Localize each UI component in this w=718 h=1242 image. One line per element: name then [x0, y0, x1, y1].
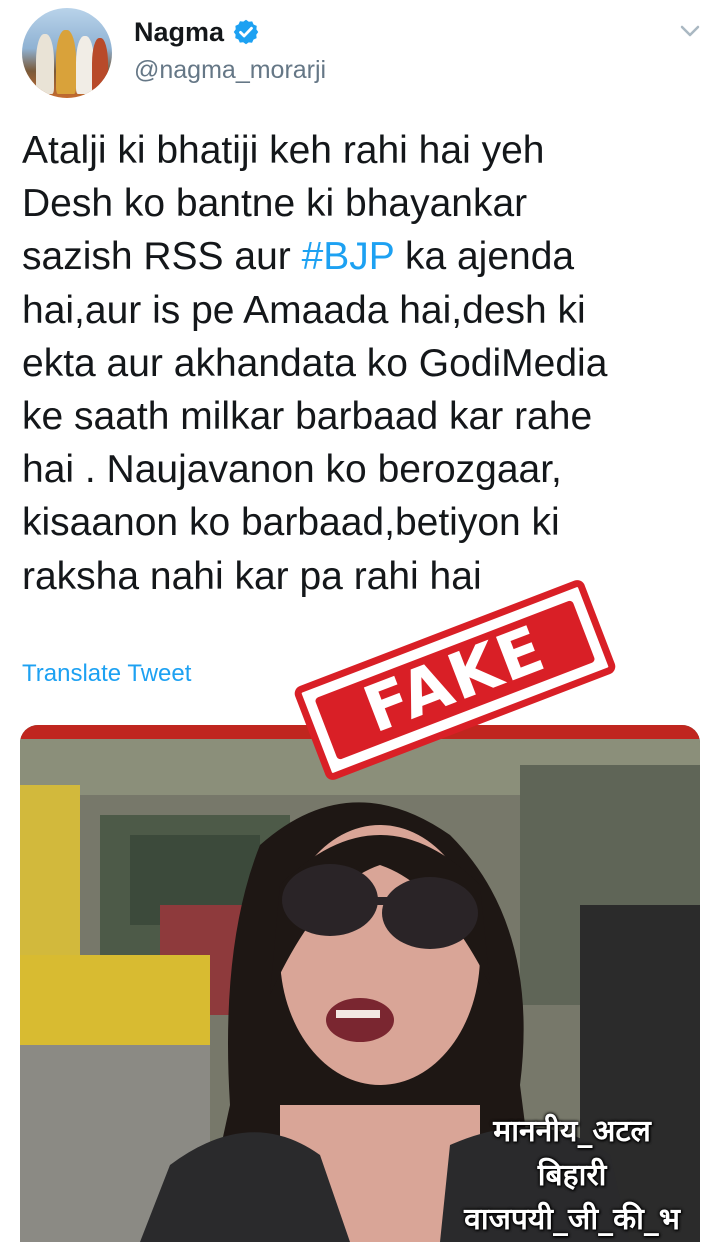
tweet-line: hai . Naujavanon ko berozgaar, [22, 448, 562, 492]
author-name[interactable]: Nagma [134, 17, 224, 48]
chevron-down-icon[interactable] [676, 20, 704, 42]
tweet-line: Desh ko bantne ki bhayankar [22, 182, 528, 226]
tweet-line: hai,aur is pe Amaada hai,desh ki [22, 288, 586, 332]
tweet-line: ke saath milkar barbaad kar rahe [22, 395, 593, 439]
caption-line: वाजपयी_जी_की_भ [464, 1202, 680, 1237]
caption-line: माननीय_अटल [493, 1114, 651, 1149]
verified-badge-icon [232, 18, 260, 46]
tweet-line: kisaanon ko barbaad,betiyon ki [22, 501, 560, 545]
caption-line: बिहारी [537, 1158, 607, 1193]
hashtag-link[interactable]: #BJP [302, 235, 395, 278]
tweet-line: raksha nahi kar pa rahi hai [22, 554, 482, 598]
tweet-line: ka ajenda [394, 235, 575, 279]
tweet-text: Atalji ki bhatiji keh rahi hai yeh Desh … [22, 124, 712, 603]
tweet-line: sazish RSS aur [22, 235, 302, 279]
fake-stamp-label: FAKE [354, 611, 556, 749]
avatar[interactable] [22, 8, 112, 98]
video-caption: माननीय_अटल बिहारी वाजपयी_जी_की_भ [464, 1110, 680, 1242]
tweet-line: Atalji ki bhatiji keh rahi hai yeh [22, 129, 545, 172]
author-handle[interactable]: @nagma_morarji [134, 56, 326, 85]
author-name-row[interactable]: Nagma [134, 12, 260, 52]
translate-tweet-link[interactable]: Translate Tweet [22, 660, 191, 688]
tweet-header: Nagma @nagma_morarji [0, 0, 718, 110]
tweet-line: ekta aur akhandata ko GodiMedia [22, 341, 608, 385]
tweet-video-thumbnail[interactable]: माननीय_अटल बिहारी वाजपयी_जी_की_भ [20, 725, 700, 1242]
